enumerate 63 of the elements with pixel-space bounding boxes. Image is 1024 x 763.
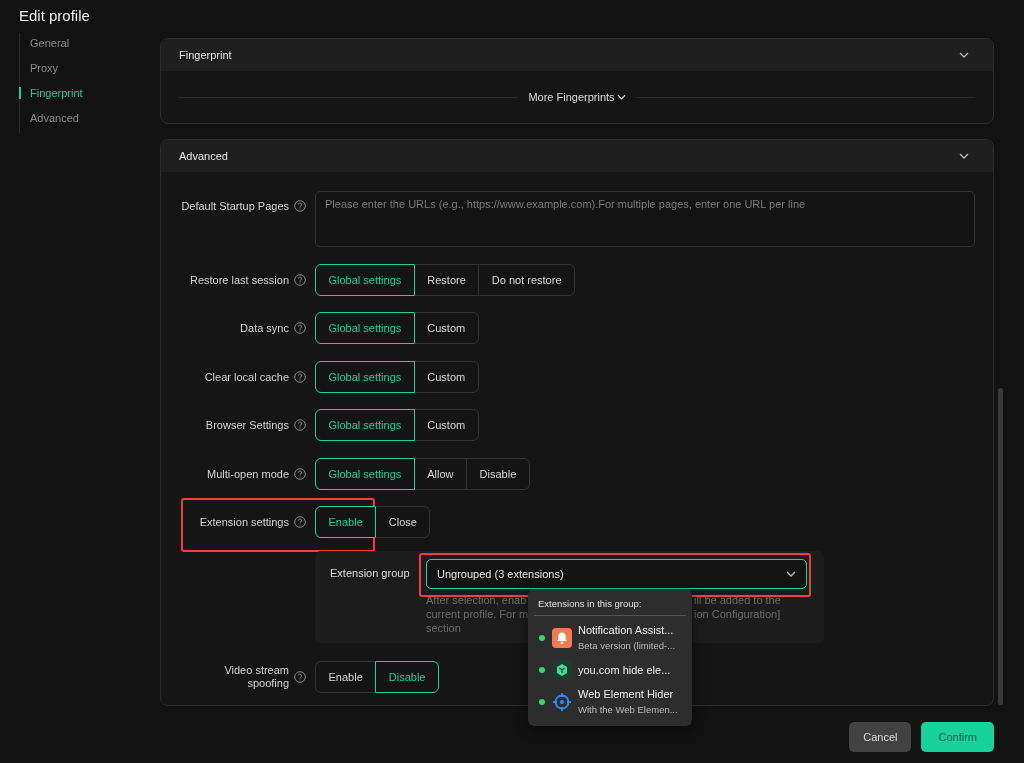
option-button[interactable]: Global settings — [315, 360, 415, 393]
chevron-icon — [616, 94, 626, 100]
option-button[interactable]: Disable — [466, 457, 530, 490]
help-icon[interactable] — [294, 200, 306, 212]
field-label: Data sync — [240, 322, 289, 334]
extension-name: Web Element Hider — [578, 686, 675, 701]
option-button[interactable]: Custom — [413, 360, 479, 393]
option-button[interactable]: Enable — [315, 506, 377, 538]
option-button[interactable]: Custom — [413, 312, 479, 344]
chevron-icon[interactable] — [959, 52, 969, 58]
crosshair-icon — [552, 691, 572, 712]
field-label: Extension settings — [199, 516, 289, 528]
hint-text: section — [426, 620, 462, 635]
bell-icon — [552, 627, 572, 648]
field-label: Multi-open mode — [207, 467, 289, 480]
scrollbar-thumb[interactable] — [998, 388, 1003, 705]
help-icon[interactable] — [294, 322, 306, 334]
help-icon[interactable] — [294, 273, 306, 286]
help-icon[interactable] — [294, 516, 306, 528]
field-label: Default Startup Pages — [181, 200, 289, 212]
field-label: Restore last session — [189, 273, 289, 286]
urls-field[interactable]: Please enter the URLs (e.g., https://www.example.com).For multiple pages, enter one URL per line — [315, 191, 975, 247]
option-button[interactable]: Global settings — [315, 312, 415, 344]
option-button[interactable]: Disable — [375, 661, 439, 693]
sidebar-item[interactable]: Advanced — [20, 108, 160, 133]
help-icon[interactable] — [294, 419, 306, 431]
section-title: Fingerprint — [179, 49, 232, 61]
section-title: Advanced — [179, 150, 228, 162]
chevron-icon — [786, 570, 796, 577]
confirm-button[interactable]: Confirm — [921, 722, 994, 752]
extension-name: Notification Assist... — [578, 622, 675, 637]
option-button[interactable]: Global settings — [315, 457, 415, 490]
option-button[interactable]: Allow — [413, 457, 468, 490]
popup-title: Extensions in this group: — [534, 596, 686, 616]
help-icon[interactable] — [294, 671, 306, 683]
extension-description: Beta version (limited-... — [578, 638, 676, 653]
cube-icon — [552, 659, 572, 680]
more-fingerprints-link[interactable]: More Fingerprints — [528, 91, 626, 103]
hint-text: ion Configuration] — [694, 606, 781, 621]
option-button[interactable]: Global settings — [315, 409, 415, 441]
hint-text: current profile. For m — [426, 606, 528, 621]
option-button[interactable]: Enable — [315, 661, 377, 693]
sidebar-item[interactable]: General — [20, 33, 160, 58]
extension-name: you.com hide ele... — [578, 662, 671, 677]
option-button[interactable]: Restore — [413, 263, 480, 296]
sidebar-item[interactable]: Fingerprint — [20, 83, 160, 108]
sidebar-item[interactable]: Proxy — [20, 58, 160, 83]
cancel-button[interactable]: Cancel — [849, 722, 912, 752]
field-label: Clear local cache — [204, 370, 289, 383]
option-button[interactable]: Custom — [413, 409, 479, 441]
field-label: Browser Settings — [205, 419, 289, 431]
chevron-icon[interactable] — [959, 153, 969, 159]
hint-text: After selection, enab — [426, 592, 528, 607]
field-label: Extension group — [330, 565, 411, 580]
extension-group-select[interactable]: Ungrouped (3 extensions) — [426, 558, 807, 589]
option-button[interactable]: Global settings — [315, 263, 415, 296]
option-button[interactable]: Do not restore — [478, 263, 575, 296]
help-icon[interactable] — [294, 370, 306, 383]
extension-description: With the Web Elemen... — [578, 702, 678, 717]
option-button[interactable]: Close — [375, 506, 431, 538]
page-title: Edit profile — [19, 7, 91, 24]
help-icon[interactable] — [294, 467, 306, 480]
field-label: Video stream spoofing — [223, 664, 289, 690]
